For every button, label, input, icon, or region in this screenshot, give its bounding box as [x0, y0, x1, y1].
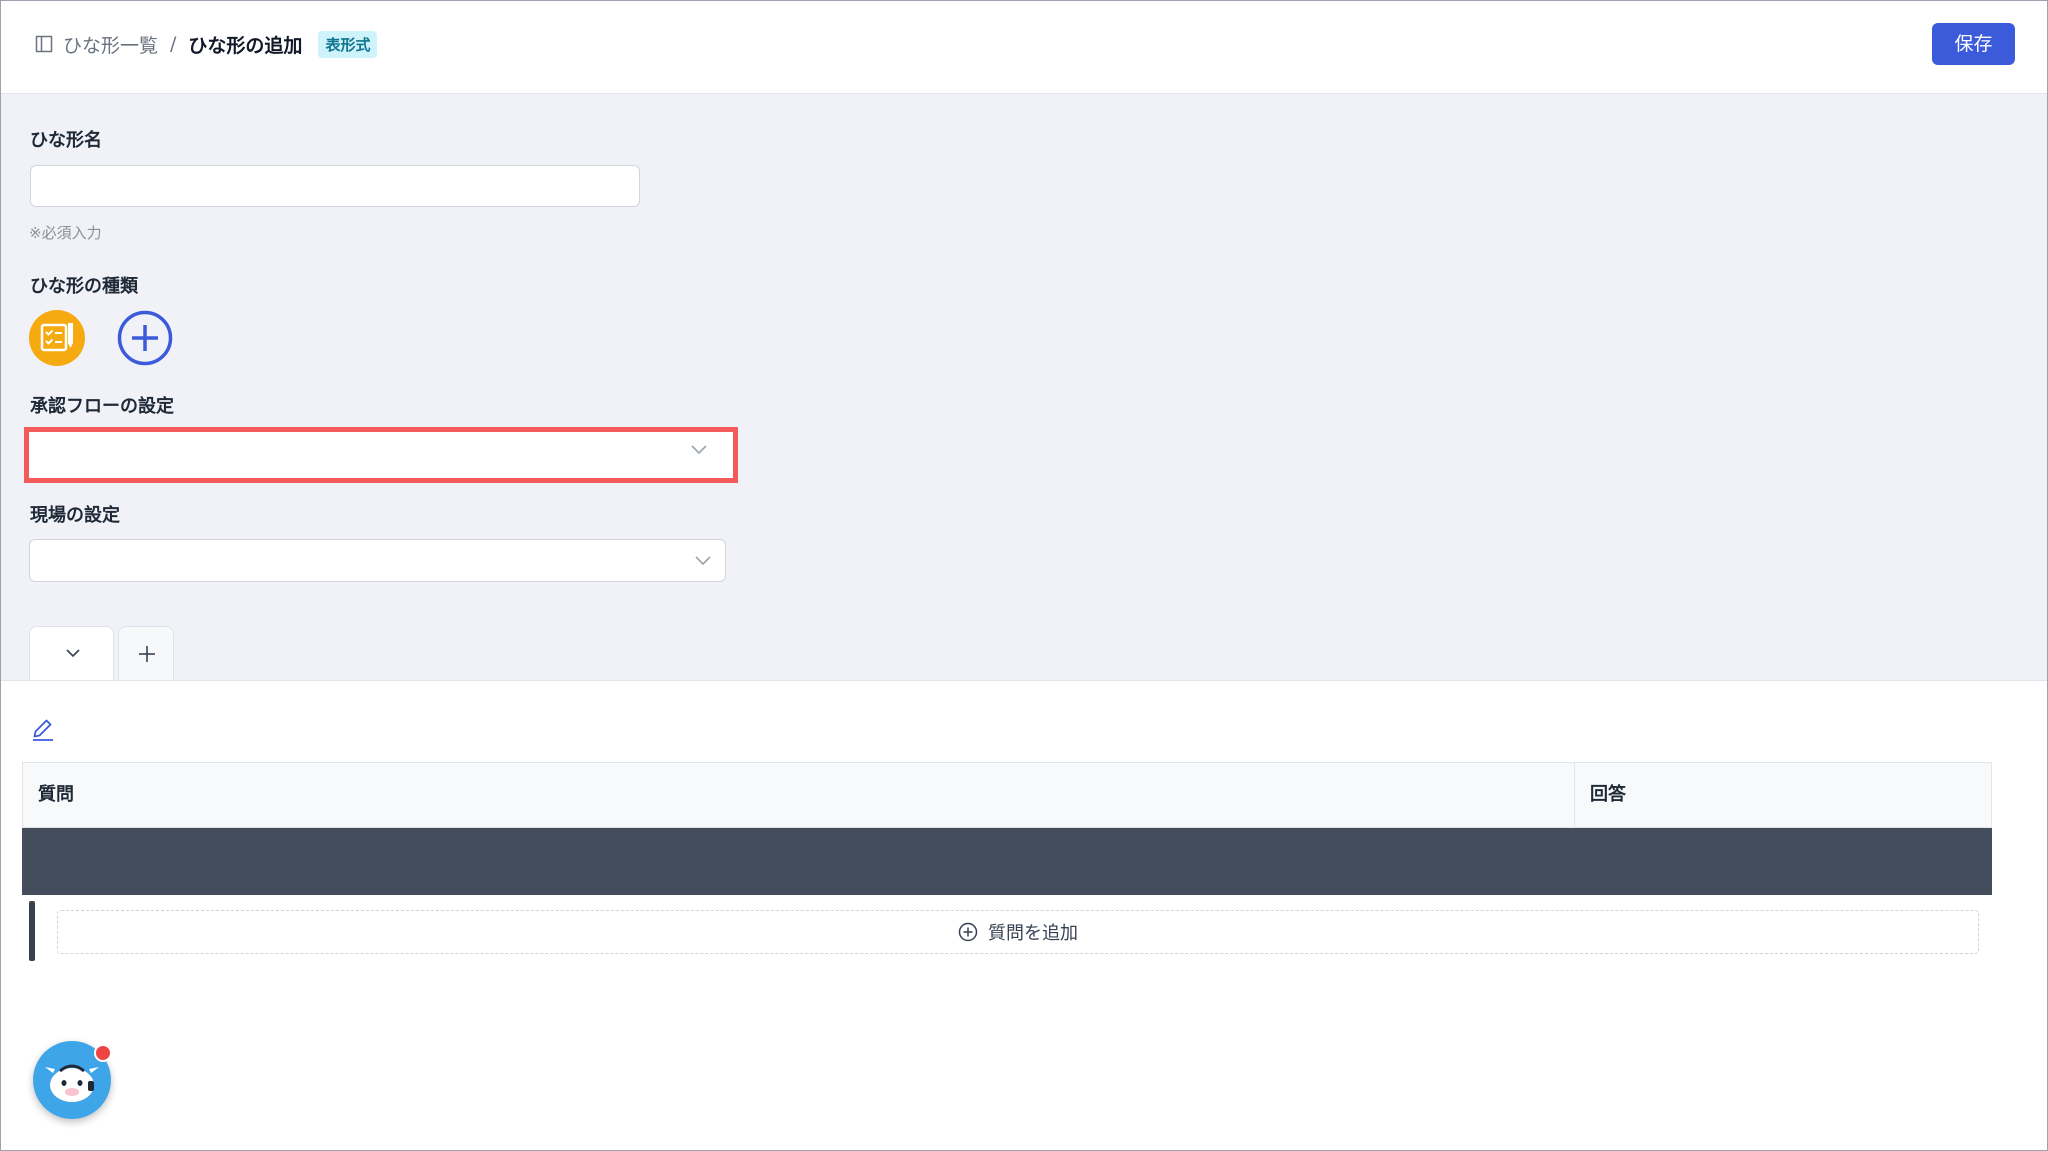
template-type-label: ひな形の種類 [30, 276, 138, 297]
approval-flow-select[interactable] [31, 434, 721, 466]
section-indicator-bar [29, 901, 35, 961]
add-question-button[interactable]: 質問を追加 [57, 910, 1979, 954]
column-divider [1574, 763, 1575, 827]
template-name-input[interactable] [30, 165, 640, 207]
site-label: 現場の設定 [30, 505, 120, 526]
chevron-down-icon [691, 445, 707, 455]
template-form: ひな形名 ※必須入力 ひな形の種類 承認フローの設定 現場の設定 [1, 94, 2047, 681]
tab-section-1[interactable] [29, 626, 114, 680]
table-row [22, 828, 1992, 895]
plus-circle-icon [117, 310, 173, 366]
add-tab-button[interactable] [118, 626, 174, 680]
format-badge: 表形式 [318, 30, 378, 58]
checklist-type-icon[interactable] [29, 310, 85, 366]
approval-flow-label: 承認フローの設定 [30, 396, 174, 417]
chevron-down-icon [695, 555, 711, 565]
breadcrumb: ひな形一覧 / ひな形の追加 表形式 [35, 29, 378, 59]
template-name-label: ひな形名 [30, 130, 102, 151]
chevron-down-icon[interactable] [66, 649, 80, 658]
page-title: ひな形の追加 [188, 34, 303, 57]
column-header-question: 質問 [38, 784, 74, 805]
breadcrumb-separator: / [170, 33, 177, 55]
sidebar-toggle-icon[interactable] [35, 35, 53, 53]
save-button[interactable]: 保存 [1932, 23, 2015, 65]
breadcrumb-template-list[interactable]: ひな形一覧 [63, 31, 158, 58]
required-hint: ※必須入力 [29, 224, 102, 242]
add-question-label: 質問を追加 [988, 923, 1078, 944]
plus-circle-icon [958, 922, 978, 942]
site-select[interactable] [29, 539, 726, 582]
page-header: ひな形一覧 / ひな形の追加 表形式 保存 [1, 1, 2047, 94]
checklist-icon [40, 323, 73, 352]
column-header-answer: 回答 [1590, 784, 1626, 805]
plus-icon [139, 646, 155, 662]
app-window: ひな形一覧 / ひな形の追加 表形式 保存 ひな形名 ※必須入力 ひな形の種類 [0, 0, 2048, 1151]
question-table-header: 質問 回答 [22, 762, 1992, 828]
edit-icon[interactable] [31, 717, 55, 741]
add-type-button[interactable] [117, 310, 173, 366]
notification-badge [94, 1044, 112, 1062]
